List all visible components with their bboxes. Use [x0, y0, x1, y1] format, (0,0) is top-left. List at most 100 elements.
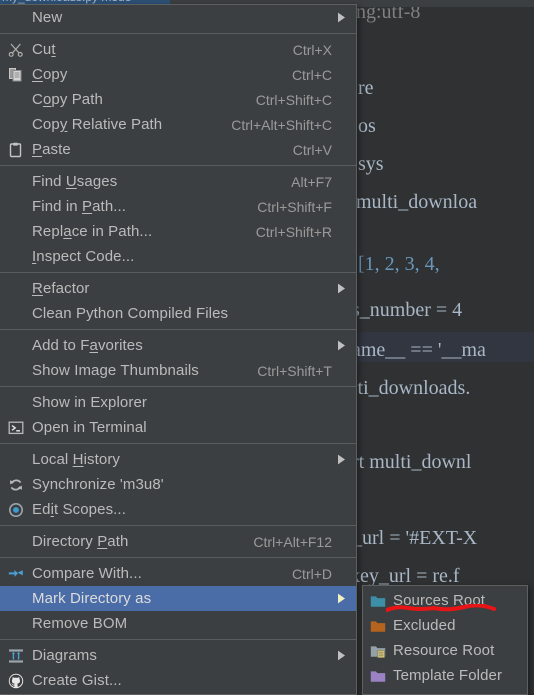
menu-separator	[0, 557, 356, 558]
folder-excluded-icon	[363, 613, 393, 638]
menu-item-shortcut: Ctrl+Alt+F12	[253, 533, 332, 550]
menu-item-no-icon	[0, 390, 32, 415]
menu-item-diagrams[interactable]: Diagrams	[0, 643, 356, 668]
screen: ng:utf-8 re os sys multi_downloa [1, 2, 3, 4,…	[0, 0, 534, 695]
submenu-item-label: Sources Root	[393, 592, 486, 609]
code-line: _url = '#EXT-X	[352, 527, 478, 549]
menu-item-copy-relative-path[interactable]: Copy Relative Path Ctrl+Alt+Shift+C	[0, 112, 356, 137]
menu-item-shortcut: Ctrl+D	[291, 565, 332, 582]
menu-item-no-icon	[0, 219, 32, 244]
menu-item-refactor[interactable]: Refactor	[0, 276, 356, 301]
compare-icon	[0, 561, 32, 586]
menu-item-local-history[interactable]: Local History	[0, 447, 356, 472]
menu-item-label: Cut	[32, 41, 56, 58]
menu-item-no-icon	[0, 169, 32, 194]
code-line: re	[358, 77, 374, 99]
menu-item-show-image-thumbnails[interactable]: Show Image Thumbnails Ctrl+Shift+T	[0, 358, 356, 383]
menu-item-directory-path[interactable]: Directory Path Ctrl+Alt+F12	[0, 529, 356, 554]
menu-item-label: Replace in Path...	[32, 223, 153, 240]
menu-item-no-icon	[0, 586, 32, 611]
submenu-item-resource-root[interactable]: Resource Root	[363, 638, 527, 663]
menu-item-label: Paste	[32, 141, 71, 158]
diagram-icon	[0, 643, 32, 668]
menu-item-create-gist[interactable]: Create Gist...	[0, 668, 356, 693]
submenu-item-label: Template Folder	[393, 667, 503, 684]
code-line: s_number = 4	[352, 299, 463, 321]
menu-item-label: Show Image Thumbnails	[32, 362, 199, 379]
menu-item-shortcut: Ctrl+X	[292, 41, 332, 58]
menu-item-copy-path[interactable]: Copy Path Ctrl+Shift+C	[0, 87, 356, 112]
menu-item-copy[interactable]: Copy Ctrl+C	[0, 62, 356, 87]
menu-item-show-in-explorer[interactable]: Show in Explorer	[0, 390, 356, 415]
submenu-item-sources-root[interactable]: Sources Root	[363, 588, 527, 613]
menu-item-shortcut: Ctrl+Shift+C	[255, 91, 332, 108]
menu-item-compare-with[interactable]: Compare With... Ctrl+D	[0, 561, 356, 586]
folder-sources-icon	[363, 588, 393, 613]
menu-separator	[0, 443, 356, 444]
menu-item-no-icon	[0, 358, 32, 383]
menu-item-shortcut: Ctrl+C	[291, 66, 332, 83]
menu-item-cut[interactable]: Cut Ctrl+X	[0, 37, 356, 62]
menu-item-label: Find in Path...	[32, 198, 127, 215]
menu-item-no-icon	[0, 529, 32, 554]
submenu-item-excluded[interactable]: Excluded	[363, 613, 527, 638]
menu-item-label: Open in Terminal	[32, 419, 147, 436]
menu-item-label: Clean Python Compiled Files	[32, 305, 229, 322]
menu-item-label: Mark Directory as	[32, 590, 152, 607]
menu-item-mark-directory-as[interactable]: Mark Directory as	[0, 586, 356, 611]
menu-item-no-icon	[0, 447, 32, 472]
menu-item-inspect-code[interactable]: Inspect Code...	[0, 244, 356, 269]
menu-item-label: Copy Path	[32, 91, 103, 108]
menu-item-label: Edit Scopes...	[32, 501, 126, 518]
folder-template-icon	[363, 663, 393, 688]
menu-item-clean-python-compiled-files[interactable]: Clean Python Compiled Files	[0, 301, 356, 326]
project-context-menu[interactable]: New Cut Ctrl+X Copy Ctrl+C Copy Path Ctr…	[0, 4, 357, 695]
menu-item-label: Create Gist...	[32, 672, 122, 689]
menu-item-label: Compare With...	[32, 565, 142, 582]
menu-item-remove-bom[interactable]: Remove BOM	[0, 611, 356, 636]
menu-item-shortcut: Ctrl+Shift+F	[257, 198, 332, 215]
terminal-icon	[0, 415, 32, 440]
menu-separator	[0, 33, 356, 34]
menu-item-no-icon	[0, 611, 32, 636]
menu-item-no-icon	[0, 5, 32, 30]
code-line: ame__ == '__ma	[352, 339, 486, 361]
menu-item-label: Find Usages	[32, 173, 118, 190]
code-line: [1, 2, 3, 4,	[358, 253, 440, 275]
menu-separator	[0, 639, 356, 640]
menu-item-shortcut: Ctrl+Shift+T	[257, 362, 332, 379]
menu-item-no-icon	[0, 333, 32, 358]
chevron-right-icon	[332, 283, 346, 294]
chevron-right-icon	[332, 454, 346, 465]
menu-item-paste[interactable]: Paste Ctrl+V	[0, 137, 356, 162]
menu-item-open-in-terminal[interactable]: Open in Terminal	[0, 415, 356, 440]
menu-item-synchronize[interactable]: Synchronize 'm3u8'	[0, 472, 356, 497]
menu-separator	[0, 165, 356, 166]
refresh-icon	[0, 472, 32, 497]
menu-item-find-usages[interactable]: Find Usages Alt+F7	[0, 169, 356, 194]
menu-item-new[interactable]: New	[0, 5, 356, 30]
menu-item-no-icon	[0, 244, 32, 269]
scissors-icon	[0, 37, 32, 62]
menu-item-replace-in-path[interactable]: Replace in Path... Ctrl+Shift+R	[0, 219, 356, 244]
menu-separator	[0, 386, 356, 387]
menu-item-no-icon	[0, 276, 32, 301]
menu-item-label: Add to Favorites	[32, 337, 143, 354]
submenu-item-template-folder[interactable]: Template Folder	[363, 663, 527, 688]
github-icon	[0, 668, 32, 693]
menu-item-shortcut: Ctrl+Alt+Shift+C	[231, 116, 332, 133]
mark-directory-as-submenu[interactable]: Sources Root Excluded Resource Root Temp…	[362, 585, 528, 695]
scope-icon	[0, 497, 32, 522]
clipboard-icon	[0, 137, 32, 162]
menu-separator	[0, 329, 356, 330]
menu-item-no-icon	[0, 112, 32, 137]
menu-item-no-icon	[0, 301, 32, 326]
chevron-right-icon	[332, 650, 346, 661]
menu-item-label: Diagrams	[32, 647, 97, 664]
menu-item-edit-scopes[interactable]: Edit Scopes...	[0, 497, 356, 522]
menu-item-shortcut: Ctrl+V	[292, 141, 332, 158]
menu-item-find-in-path[interactable]: Find in Path... Ctrl+Shift+F	[0, 194, 356, 219]
menu-item-label: Local History	[32, 451, 121, 468]
menu-item-add-to-favorites[interactable]: Add to Favorites	[0, 333, 356, 358]
code-line: multi_downloa	[356, 191, 478, 213]
